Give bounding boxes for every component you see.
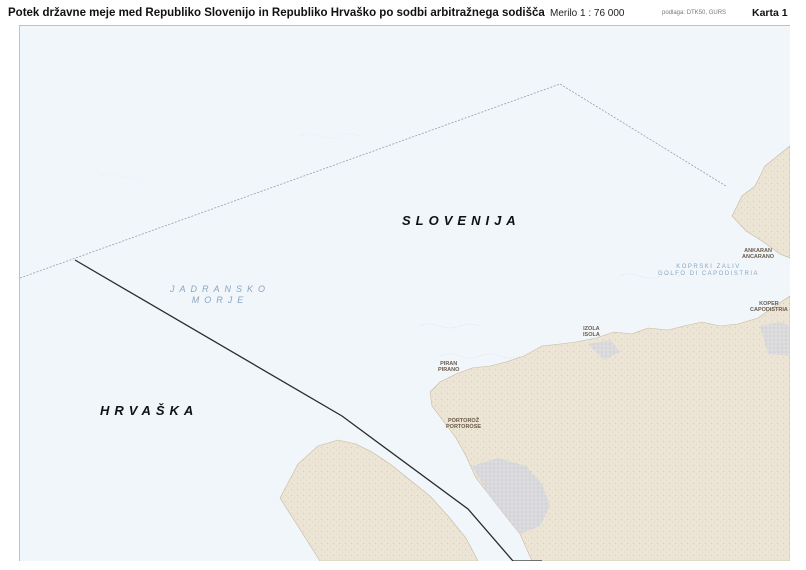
- town-alt-name: CAPODISTRIA: [750, 307, 788, 313]
- town-alt-name: ANCARANO: [742, 254, 775, 260]
- map-frame[interactable]: SLOVENIJA HRVAŠKA JADRANSKO MORJE KOPRSK…: [19, 25, 791, 562]
- margin-bottom: [0, 561, 806, 570]
- label-bay: KOPRSKI ZALIV GOLFO DI CAPODISTRIA: [658, 264, 759, 278]
- label-bay-line1: KOPRSKI ZALIV: [676, 264, 741, 270]
- label-hrvaska: HRVAŠKA: [100, 403, 199, 418]
- map-sheet: Potek državne meje med Republiko Sloveni…: [0, 0, 806, 570]
- label-sea: JADRANSKO MORJE: [170, 284, 270, 306]
- town-label: KOPER CAPODISTRIA: [750, 301, 788, 313]
- town-label: ANKARAN ANCARANO: [742, 248, 774, 260]
- map-title: Potek državne meje med Republiko Sloveni…: [8, 7, 545, 19]
- label-bay-line2: GOLFO DI CAPODISTRIA: [658, 271, 760, 277]
- town-alt-name: PORTOROSE: [446, 424, 482, 430]
- town-label: PORTOROŽ PORTOROSE: [446, 418, 481, 430]
- town-label: IZOLA ISOLA: [583, 326, 600, 338]
- label-slovenija: SLOVENIJA: [402, 213, 521, 228]
- town-alt-name: PIRANO: [438, 367, 460, 373]
- map-sheet-number: Karta 1: [752, 7, 788, 19]
- label-sea-line1: JADRANSKO: [170, 284, 271, 294]
- town-alt-name: ISOLA: [583, 332, 600, 338]
- map-scale: Merilo 1 : 76 000: [550, 8, 625, 19]
- map-source: podlaga: DTK50, GURS: [662, 10, 727, 16]
- town-label: PIRAN PIRANO: [438, 361, 459, 373]
- header: Potek državne meje med Republiko Sloveni…: [0, 0, 806, 24]
- map-canvas: [20, 26, 790, 561]
- label-sea-line2: MORJE: [191, 295, 249, 305]
- margin-right: [790, 25, 806, 561]
